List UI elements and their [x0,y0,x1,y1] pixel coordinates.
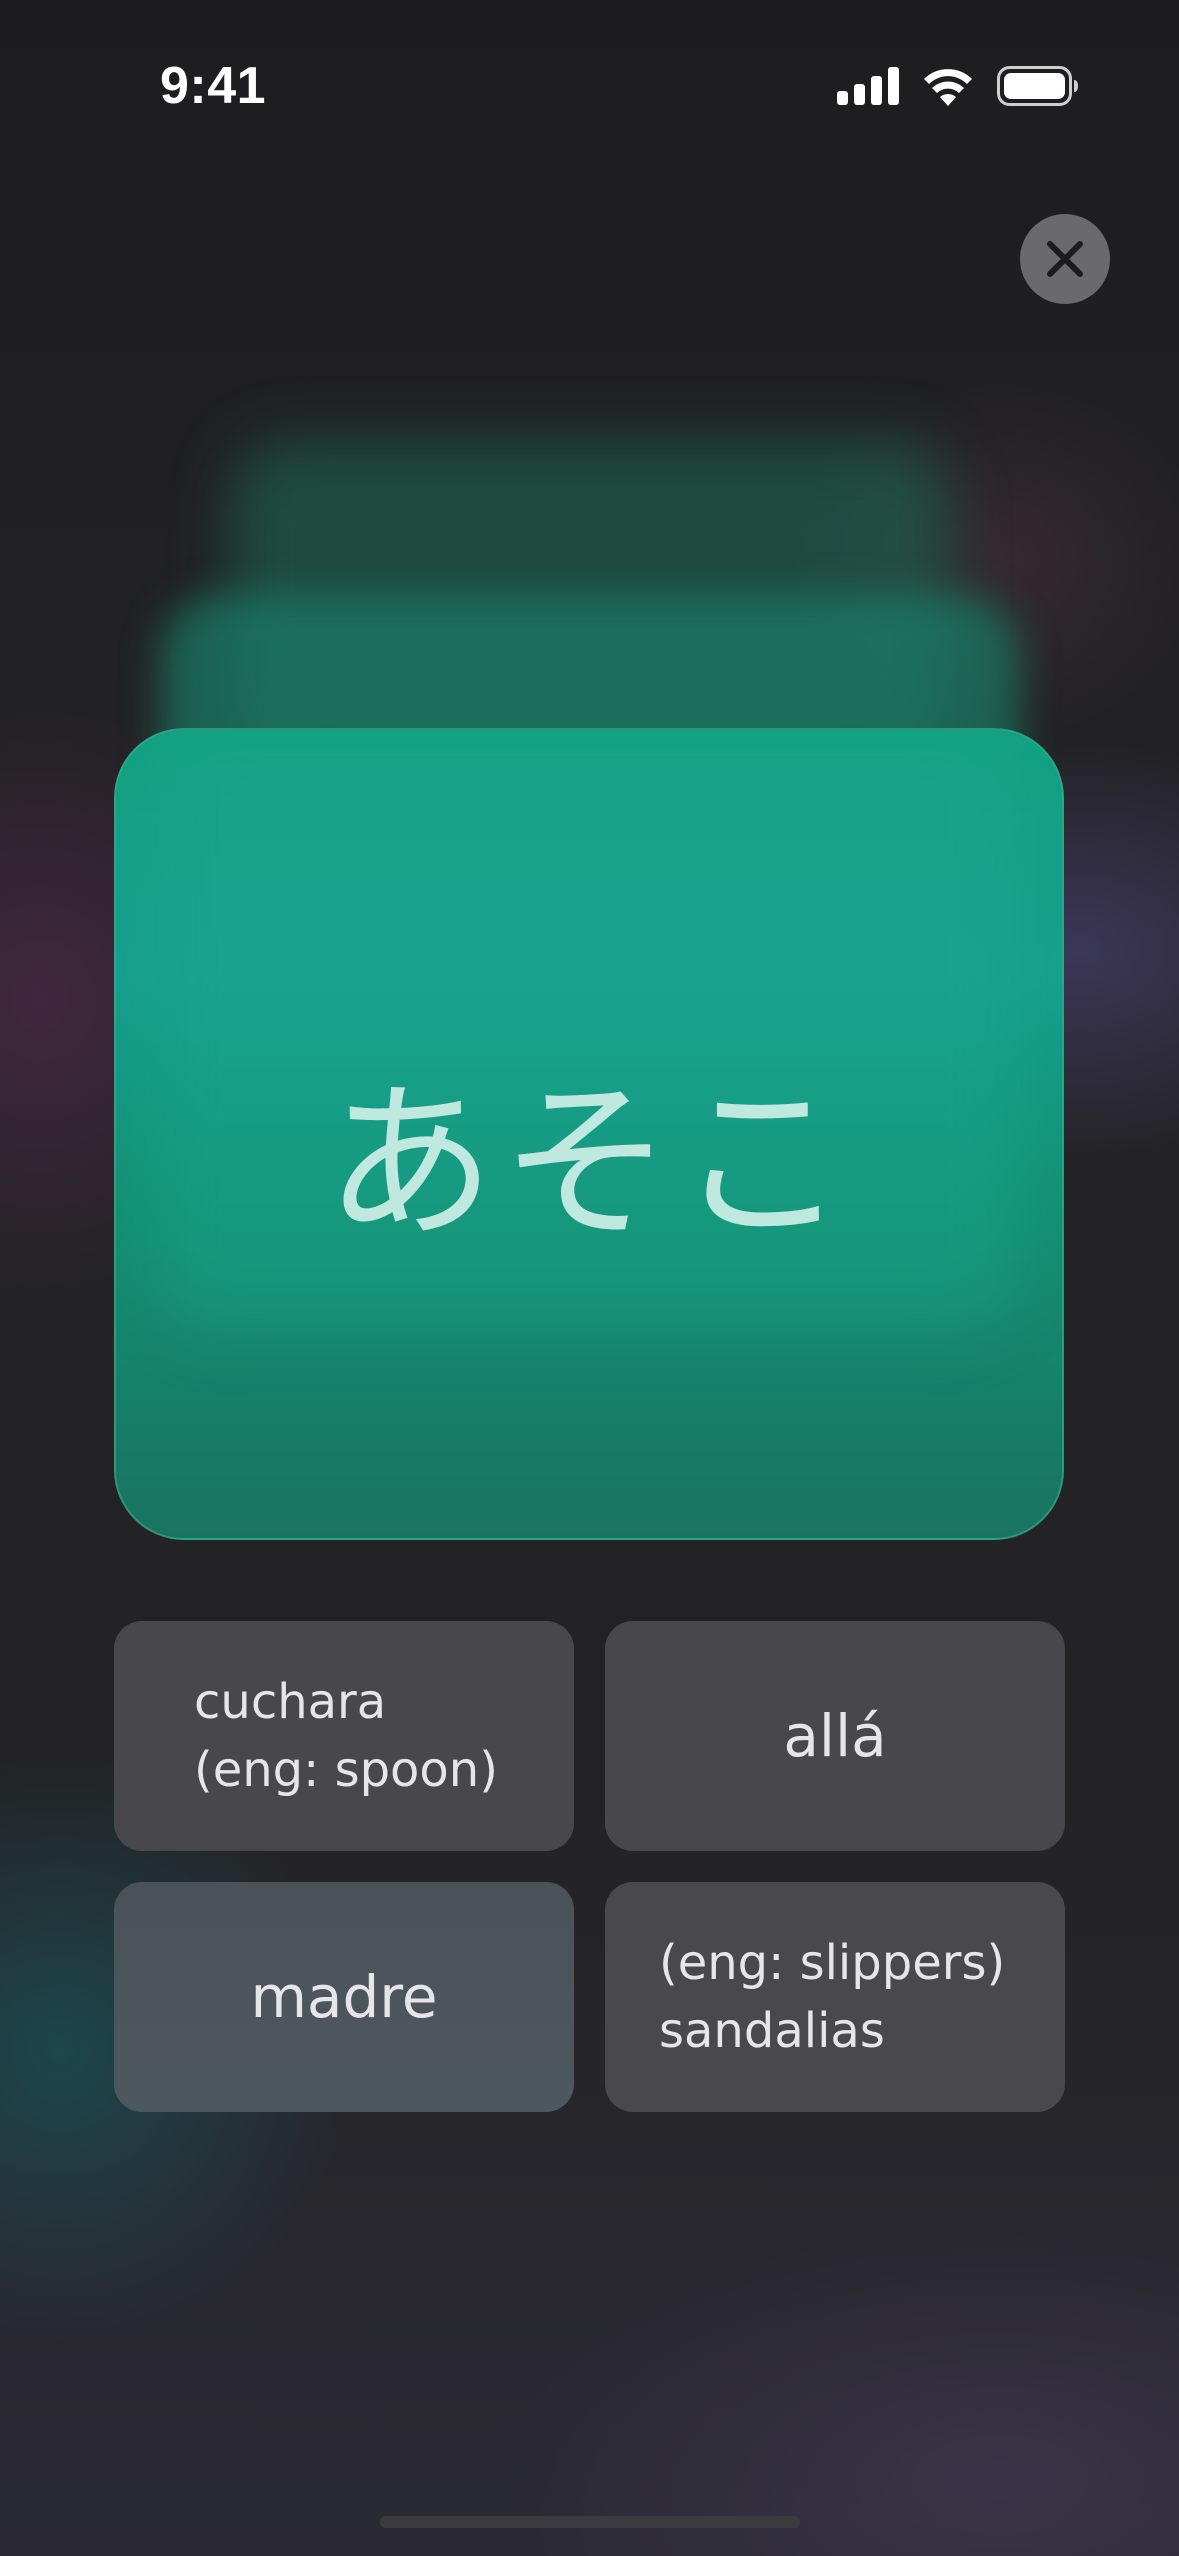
close-button[interactable] [1020,214,1110,304]
cellular-signal-icon [837,67,899,105]
close-icon [1047,241,1083,277]
answer-option-label: cuchara (eng: spoon) [194,1674,498,1798]
answer-option-3[interactable]: madre [114,1882,574,2112]
answer-option-label: madre [250,1963,438,2031]
status-time: 9:41 [160,57,267,115]
status-icons [837,66,1079,106]
answer-option-2[interactable]: allá [605,1621,1065,1851]
flashcard[interactable]: あそこ [114,728,1064,1540]
answer-option-1[interactable]: cuchara (eng: spoon) [114,1621,574,1851]
flashcard-word: あそこ [324,1065,853,1263]
answer-option-4[interactable]: (eng: slippers) sandalias [605,1882,1065,2112]
answer-option-label: (eng: slippers) sandalias [659,1935,1006,2059]
home-indicator[interactable] [380,2516,800,2528]
battery-icon [997,66,1078,106]
wifi-icon [924,69,972,106]
answer-option-label: allá [783,1702,887,1770]
